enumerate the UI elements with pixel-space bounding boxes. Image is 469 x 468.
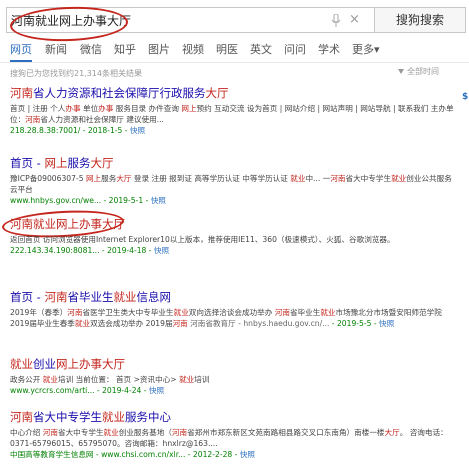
result-snippet: 豫ICP备09006307-5 网上服务大厅 登录 注册 报到证 高等学历认证 …: [10, 174, 452, 195]
search-result: 就业创业网上办事大厅 政务公开 就业培训 当前位置： 首页 >资讯中心> 就业培…: [10, 357, 458, 396]
page-edge-mark: $: [462, 92, 469, 102]
tab-scholar[interactable]: 学术: [318, 41, 340, 57]
result-count: 搜狗已为您找到约21,314条相关结果: [10, 69, 142, 78]
search-result: 河南省人力资源和社会保障厅行政服务大厅 首页 | 注册 个人办事 单位办事 服务…: [10, 86, 458, 137]
search-result: 河南省大中专学生就业服务中心 中心介绍 河南省大中专学生就业创业服务基地（河南省…: [10, 410, 458, 461]
tab-more[interactable]: 更多▾: [352, 41, 380, 57]
search-result: 河南就业网上办事大厅 返回首页 访问浏览器使用Internet Explorer…: [10, 217, 458, 256]
result-url: 中国高等教育学生信息网 - www.chsi.com.cn/xlr... - 2…: [10, 450, 255, 460]
tab-wechat[interactable]: 微信: [80, 41, 102, 57]
result-title[interactable]: 河南省大中专学生就业服务中心: [10, 410, 458, 425]
microphone-icon[interactable]: [331, 14, 341, 28]
snapshot-link[interactable]: 快照: [154, 246, 169, 255]
time-filter[interactable]: 全部时间: [398, 66, 439, 77]
tab-wenwen[interactable]: 问问: [284, 41, 306, 57]
search-button[interactable]: 搜狗搜索: [374, 7, 466, 33]
tab-mingyi[interactable]: 明医: [216, 41, 238, 57]
snapshot-link[interactable]: 快照: [149, 386, 164, 395]
snapshot-link[interactable]: 快照: [130, 126, 145, 135]
tab-zhihu[interactable]: 知乎: [114, 41, 136, 57]
tab-video[interactable]: 视频: [182, 41, 204, 57]
result-snippet: 中心介绍 河南省大中专学生就业创业服务基地（河南省郑州市郑东新区文苑南路相县路交…: [10, 428, 448, 449]
search-result: 首页 - 网上服务大厅 豫ICP备09006307-5 网上服务大厅 登录 注册…: [10, 156, 458, 207]
result-url: www.hnbys.gov.cn/we... - 2019-5-1 - 快照: [10, 196, 166, 206]
result-title[interactable]: 首页 - 河南省毕业生就业信息网: [10, 290, 458, 305]
snapshot-link[interactable]: 快照: [240, 450, 255, 459]
tab-web[interactable]: 网页: [10, 41, 32, 57]
time-filter-label: 全部时间: [407, 67, 439, 76]
result-title[interactable]: 首页 - 网上服务大厅: [10, 156, 458, 171]
snapshot-link[interactable]: 快照: [151, 196, 166, 205]
filter-icon: [398, 69, 404, 74]
result-url: www.ycrcrs.com/arti... - 2019-4-24 - 快照: [10, 386, 165, 396]
tab-news[interactable]: 新闻: [45, 41, 67, 57]
tab-images[interactable]: 图片: [148, 41, 170, 57]
result-title[interactable]: 河南省人力资源和社会保障厅行政服务大厅: [10, 86, 458, 101]
clear-icon[interactable]: ×: [349, 12, 360, 27]
tab-divider: [0, 62, 469, 63]
search-bar: 河南就业网上办事大厅 × 搜狗搜索: [6, 4, 467, 44]
search-result: 首页 - 河南省毕业生就业信息网 2019年（春季）河南省医学卫生类大中专毕业生…: [10, 290, 458, 329]
snapshot-link[interactable]: 快照: [379, 319, 394, 328]
tab-english[interactable]: 英文: [250, 41, 272, 57]
result-title[interactable]: 就业创业网上办事大厅: [10, 357, 458, 372]
result-snippet: 2019年（春季）河南省医学卫生类大中专毕业生就业双向选择洽谈会成功举办 河南省…: [10, 308, 442, 329]
result-snippet: 首页 | 注册 个人办事 单位办事 服务目录 办件查询 网上预约 互动交流 设为…: [10, 104, 454, 125]
result-url: 218.28.8.38:7001/ - 2018-1-5 - 快照: [10, 126, 146, 136]
result-title[interactable]: 河南就业网上办事大厅: [10, 217, 458, 232]
result-snippet: 返回首页 访问浏览器使用Internet Explorer10以上版本，推荐使用…: [10, 235, 395, 244]
result-url: 222.143.34.190:8081... - 2019-4-18 - 快照: [10, 246, 170, 256]
result-snippet: 政务公开 就业培训 当前位置： 首页 >资讯中心> 就业培训: [10, 375, 210, 384]
